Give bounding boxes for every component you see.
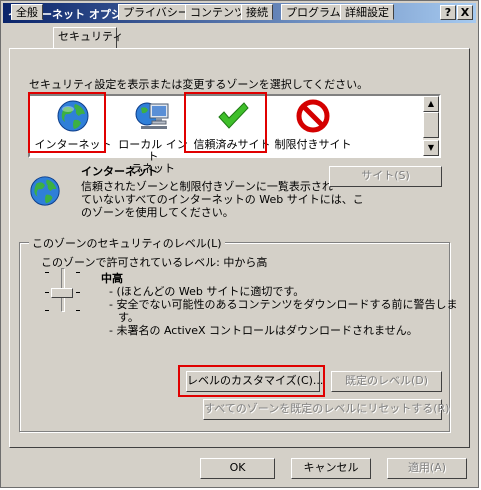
cancel-button[interactable]: キャンセル: [291, 458, 371, 479]
level-detail-line: - (ほとんどの Web サイトに適切です。: [109, 285, 305, 298]
sites-button[interactable]: サイト(S): [329, 166, 442, 187]
slider-tick-3: [45, 310, 49, 311]
level-detail-line: す。: [118, 311, 139, 324]
no-entry-icon: [296, 99, 330, 133]
zone-restricted-sites[interactable]: 制限付きサイト: [271, 98, 355, 151]
slider-tick-1: [45, 272, 49, 273]
ok-button[interactable]: OK: [200, 458, 275, 479]
selected-zone-desc-line3: のゾーンを使用してください。: [81, 206, 234, 219]
tab-advanced[interactable]: 詳細設定: [340, 4, 394, 20]
default-level-button[interactable]: 既定のレベル(D): [331, 371, 442, 392]
zone-local-intranet-label-line1: ローカル イント: [118, 138, 188, 163]
tab-connections[interactable]: 接続: [241, 4, 273, 20]
zone-restricted-sites-label: 制限付きサイト: [274, 138, 352, 151]
security-level-slider-thumb[interactable]: [51, 288, 73, 298]
slider-tick-2: [45, 292, 49, 293]
level-detail-line: - 安全でない可能性のあるコンテンツをダウンロードする前に警告しま: [109, 298, 458, 311]
level-detail-line: - 未署名の ActiveX コントロールはダウンロードされません。: [109, 324, 418, 337]
tab-security[interactable]: セキュリティ: [53, 27, 123, 48]
zone-internet-label: インターネット: [34, 138, 112, 151]
reset-all-zones-button[interactable]: すべてのゾーンを既定のレベルにリセットする(R): [203, 399, 449, 420]
slider-tick-1r: [76, 272, 80, 273]
zone-prompt: セキュリティ設定を表示または変更するゾーンを選択してください。: [29, 78, 369, 91]
scroll-down-button[interactable]: ▼: [423, 140, 439, 156]
tab-general[interactable]: 全般: [11, 4, 43, 20]
allowed-level-text: このゾーンで許可されているレベル: 中から高: [41, 256, 268, 269]
zone-trusted-sites-label: 信頼済みサイト: [193, 138, 271, 151]
selected-zone-globe-icon: [30, 176, 60, 206]
tab-privacy[interactable]: プライバシー: [118, 4, 194, 20]
apply-button[interactable]: 適用(A): [387, 458, 467, 479]
zone-list: インターネット ローカル イント ラネット 信頼済みサイト 制限付きサイト ▲ …: [28, 94, 441, 175]
selected-zone-name: インターネット: [81, 165, 158, 178]
security-level-name: 中高: [101, 272, 123, 285]
zone-trusted-sites[interactable]: 信頼済みサイト: [192, 98, 272, 151]
security-level-group-title: このゾーンのセキュリティのレベル(L): [29, 235, 225, 251]
custom-level-button[interactable]: レベルのカスタマイズ(C)...: [186, 371, 323, 392]
close-button[interactable]: X: [457, 5, 473, 20]
tab-programs[interactable]: プログラム: [281, 4, 346, 20]
globe-icon: [57, 100, 89, 132]
intranet-icon: [135, 102, 169, 129]
checkmark-icon: [218, 102, 249, 129]
help-button[interactable]: ?: [440, 5, 456, 20]
zone-list-scrollbar[interactable]: ▲ ▼: [423, 96, 439, 156]
scroll-up-button[interactable]: ▲: [423, 96, 439, 112]
scroll-thumb[interactable]: [423, 112, 439, 138]
slider-tick-3r: [76, 310, 80, 311]
security-level-details: - (ほとんどの Web サイトに適切です。 - 安全でない可能性のあるコンテン…: [109, 285, 458, 337]
slider-tick-2r: [76, 292, 80, 293]
zone-internet[interactable]: インターネット: [34, 98, 112, 151]
